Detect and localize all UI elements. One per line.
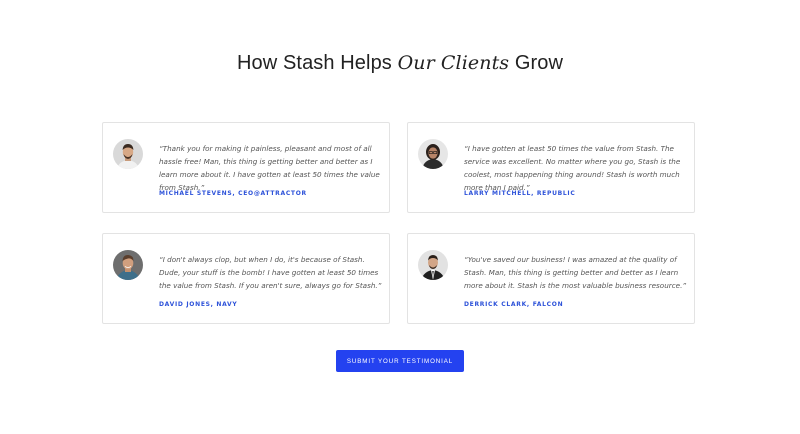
title-prefix: How Stash Helps — [237, 52, 398, 74]
testimonial-quote: “I don't always clop, but when I do, it'… — [159, 255, 382, 290]
testimonial-author: MICHAEL STEVENS, CEO@ATTRACTOR — [159, 190, 307, 197]
testimonial-author: LARRY MITCHELL, REPUBLIC — [464, 190, 576, 197]
testimonial-card: “I don't always clop, but when I do, it'… — [102, 233, 390, 324]
section-title: How Stash Helps Our Clients Grow — [0, 52, 800, 75]
testimonial-author: DERRICK CLARK, FALCON — [464, 301, 564, 308]
avatar — [113, 250, 143, 280]
avatar — [113, 139, 143, 169]
testimonial-card: “You've saved our business! I was amazed… — [407, 233, 695, 324]
testimonial-quote: “I have gotten at least 50 times the val… — [464, 144, 681, 192]
testimonial-card: “Thank you for making it painless, pleas… — [102, 122, 390, 213]
testimonial-author: DAVID JONES, NAVY — [159, 301, 238, 308]
testimonial-quote: “Thank you for making it painless, pleas… — [159, 144, 380, 192]
testimonial-card: “I have gotten at least 50 times the val… — [407, 122, 695, 213]
submit-testimonial-button[interactable]: SUBMIT YOUR TESTIMONIAL — [336, 350, 464, 372]
testimonial-quote: “You've saved our business! I was amazed… — [464, 255, 687, 290]
title-suffix: Grow — [509, 52, 563, 74]
avatar — [418, 250, 448, 280]
avatar — [418, 139, 448, 169]
title-emphasis: Our Clients — [397, 52, 510, 74]
